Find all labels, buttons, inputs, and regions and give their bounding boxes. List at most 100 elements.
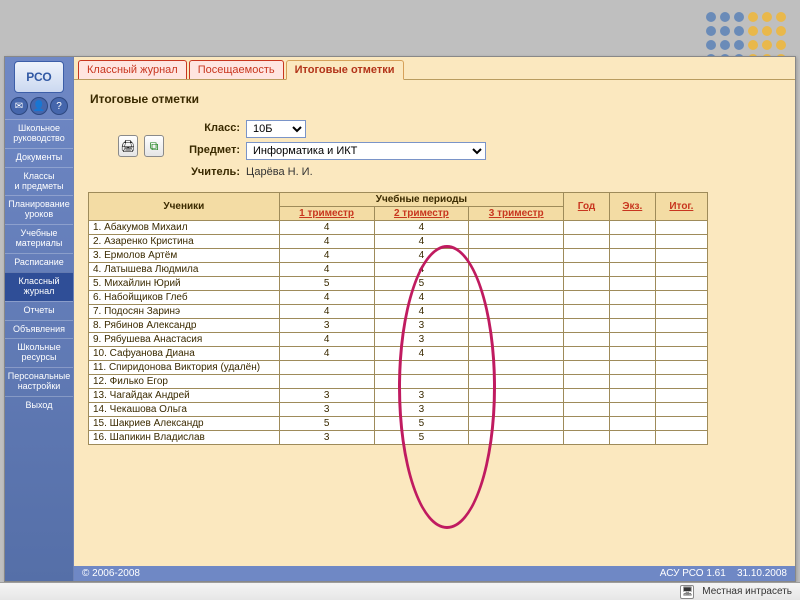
grade-cell[interactable] bbox=[609, 361, 655, 375]
grade-cell[interactable]: 5 bbox=[279, 417, 374, 431]
grade-cell[interactable] bbox=[609, 375, 655, 389]
grade-cell[interactable] bbox=[655, 277, 707, 291]
grade-cell[interactable] bbox=[564, 221, 610, 235]
grade-cell[interactable] bbox=[279, 361, 374, 375]
grade-cell[interactable] bbox=[609, 249, 655, 263]
grade-cell[interactable] bbox=[609, 277, 655, 291]
grade-cell[interactable] bbox=[279, 375, 374, 389]
grade-cell[interactable] bbox=[564, 249, 610, 263]
grade-cell[interactable]: 4 bbox=[279, 305, 374, 319]
grade-cell[interactable] bbox=[609, 319, 655, 333]
grade-cell[interactable] bbox=[609, 347, 655, 361]
grade-cell[interactable] bbox=[655, 389, 707, 403]
export-button[interactable]: ⧉ bbox=[144, 135, 164, 157]
grade-cell[interactable] bbox=[609, 403, 655, 417]
grade-cell[interactable] bbox=[609, 305, 655, 319]
grade-cell[interactable] bbox=[374, 361, 469, 375]
grade-cell[interactable]: 4 bbox=[374, 235, 469, 249]
grade-cell[interactable]: 4 bbox=[374, 291, 469, 305]
grade-cell[interactable] bbox=[609, 431, 655, 445]
sidebar-item[interactable]: Объявления bbox=[5, 320, 73, 339]
grade-cell[interactable] bbox=[655, 221, 707, 235]
grade-cell[interactable] bbox=[655, 375, 707, 389]
col-period-3[interactable]: 3 триместр bbox=[489, 208, 544, 219]
grade-cell[interactable]: 4 bbox=[279, 221, 374, 235]
grade-cell[interactable]: 3 bbox=[374, 333, 469, 347]
grade-cell[interactable] bbox=[564, 375, 610, 389]
grade-cell[interactable] bbox=[609, 389, 655, 403]
grade-cell[interactable] bbox=[655, 347, 707, 361]
grade-cell[interactable] bbox=[469, 277, 564, 291]
grade-cell[interactable]: 3 bbox=[374, 403, 469, 417]
grade-cell[interactable] bbox=[609, 333, 655, 347]
grade-cell[interactable] bbox=[469, 249, 564, 263]
grade-cell[interactable] bbox=[655, 431, 707, 445]
grade-cell[interactable] bbox=[564, 361, 610, 375]
grade-cell[interactable] bbox=[564, 333, 610, 347]
grade-cell[interactable]: 4 bbox=[279, 347, 374, 361]
grade-cell[interactable] bbox=[469, 417, 564, 431]
grade-cell[interactable] bbox=[655, 403, 707, 417]
grade-cell[interactable]: 3 bbox=[374, 389, 469, 403]
grade-cell[interactable] bbox=[469, 291, 564, 305]
grade-cell[interactable] bbox=[564, 431, 610, 445]
grade-cell[interactable]: 4 bbox=[374, 263, 469, 277]
col-period-1[interactable]: 1 триместр bbox=[299, 208, 354, 219]
tab[interactable]: Посещаемость bbox=[189, 60, 284, 79]
grade-cell[interactable] bbox=[655, 417, 707, 431]
grade-cell[interactable]: 4 bbox=[279, 249, 374, 263]
sidebar-item[interactable]: Отчеты bbox=[5, 301, 73, 320]
sidebar-item[interactable]: Классыи предметы bbox=[5, 167, 73, 196]
grade-cell[interactable]: 5 bbox=[374, 417, 469, 431]
print-button[interactable]: 🖨 bbox=[118, 135, 138, 157]
grade-cell[interactable] bbox=[564, 277, 610, 291]
sidebar-item[interactable]: Школьныересурсы bbox=[5, 338, 73, 367]
grade-cell[interactable] bbox=[469, 235, 564, 249]
col-final[interactable]: Итог. bbox=[669, 201, 693, 212]
grade-cell[interactable] bbox=[469, 263, 564, 277]
grade-cell[interactable] bbox=[609, 263, 655, 277]
grade-cell[interactable] bbox=[655, 235, 707, 249]
grade-cell[interactable] bbox=[655, 291, 707, 305]
subject-select[interactable]: Информатика и ИКТ bbox=[246, 142, 486, 160]
col-period-2[interactable]: 2 триместр bbox=[394, 208, 449, 219]
grade-cell[interactable] bbox=[469, 403, 564, 417]
grade-cell[interactable] bbox=[655, 249, 707, 263]
grade-cell[interactable] bbox=[564, 347, 610, 361]
grade-cell[interactable]: 4 bbox=[374, 347, 469, 361]
grade-cell[interactable] bbox=[609, 235, 655, 249]
class-select[interactable]: 10Б bbox=[246, 120, 306, 138]
grade-cell[interactable]: 4 bbox=[279, 263, 374, 277]
grade-cell[interactable] bbox=[564, 291, 610, 305]
grade-cell[interactable]: 4 bbox=[279, 291, 374, 305]
grade-cell[interactable] bbox=[655, 263, 707, 277]
grade-cell[interactable]: 4 bbox=[279, 333, 374, 347]
grade-cell[interactable]: 3 bbox=[279, 319, 374, 333]
sidebar-item[interactable]: Школьноеруководство bbox=[5, 119, 73, 148]
grade-cell[interactable]: 5 bbox=[374, 277, 469, 291]
grade-cell[interactable] bbox=[609, 291, 655, 305]
grade-cell[interactable] bbox=[469, 221, 564, 235]
grade-cell[interactable]: 4 bbox=[279, 235, 374, 249]
sidebar-item[interactable]: Документы bbox=[5, 148, 73, 167]
grade-cell[interactable] bbox=[564, 389, 610, 403]
grade-cell[interactable] bbox=[655, 361, 707, 375]
grade-cell[interactable]: 4 bbox=[374, 249, 469, 263]
grade-cell[interactable]: 4 bbox=[374, 305, 469, 319]
mail-icon[interactable]: ✉ bbox=[10, 97, 28, 115]
help-icon[interactable]: ? bbox=[50, 97, 68, 115]
grade-cell[interactable] bbox=[469, 319, 564, 333]
sidebar-item[interactable]: Персональныенастройки bbox=[5, 367, 73, 396]
grade-cell[interactable] bbox=[469, 389, 564, 403]
grade-cell[interactable] bbox=[469, 347, 564, 361]
grade-cell[interactable] bbox=[469, 375, 564, 389]
grade-cell[interactable]: 5 bbox=[279, 277, 374, 291]
grade-cell[interactable] bbox=[609, 221, 655, 235]
sidebar-item[interactable]: Расписание bbox=[5, 253, 73, 272]
grade-cell[interactable] bbox=[564, 319, 610, 333]
grade-cell[interactable]: 3 bbox=[374, 319, 469, 333]
grade-cell[interactable] bbox=[564, 263, 610, 277]
grade-cell[interactable] bbox=[469, 305, 564, 319]
grade-cell[interactable] bbox=[655, 305, 707, 319]
grade-cell[interactable]: 5 bbox=[374, 431, 469, 445]
